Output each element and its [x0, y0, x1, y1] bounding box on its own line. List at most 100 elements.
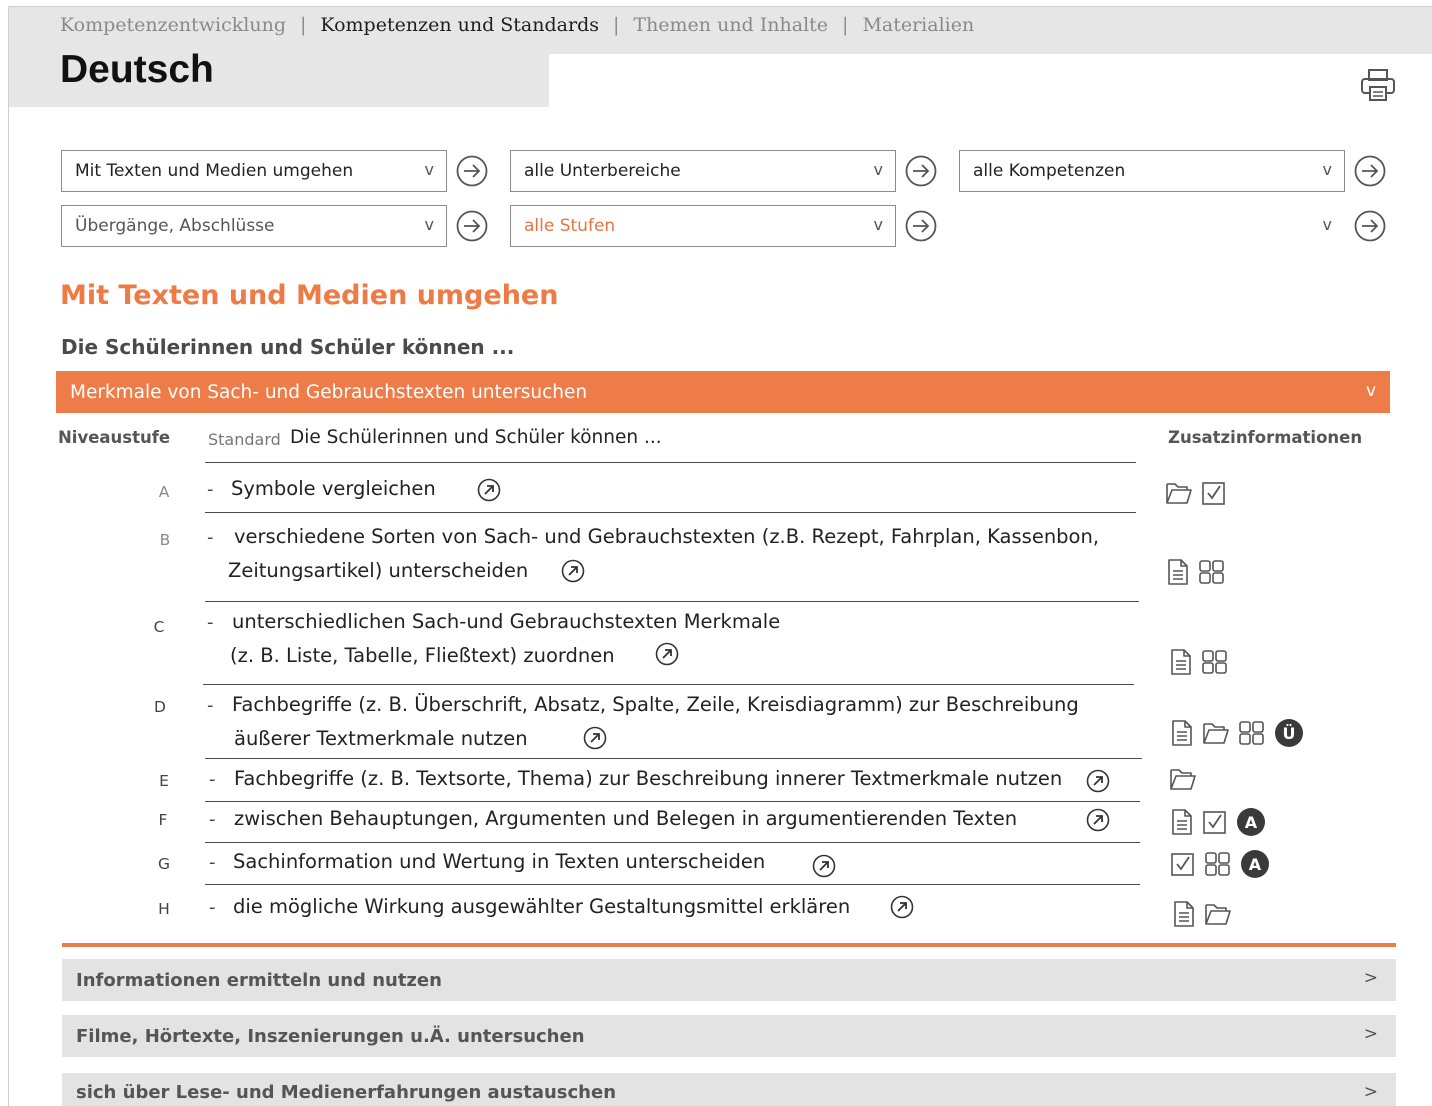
accordion-lese-medienerfahrungen[interactable]: sich über Lese- und Medienerfahrungen au… — [62, 1073, 1396, 1106]
standard-text: Fachbegriffe (z. B. Textsorte, Thema) zu… — [234, 767, 1063, 790]
accordion-merkmale-header[interactable]: Merkmale von Sach- und Gebrauchstexten u… — [56, 371, 1390, 413]
nav-separator: | — [842, 14, 849, 36]
external-link-circle-icon[interactable] — [890, 895, 914, 919]
chevron-down-icon: v — [424, 160, 434, 179]
column-header-niveaustufe: Niveaustufe — [58, 428, 171, 447]
arrow-right-circle-icon[interactable] — [905, 155, 937, 187]
nav-themen-und-inhalte[interactable]: Themen und Inhalte — [633, 14, 828, 36]
standard-text: Fachbegriffe (z. B. Überschrift, Absatz,… — [232, 693, 1079, 716]
list-dash: - — [207, 695, 214, 716]
printer-icon[interactable] — [1360, 68, 1396, 102]
chevron-down-icon: v — [873, 160, 883, 179]
list-dash: - — [209, 852, 216, 873]
nav-kompetenzentwicklung[interactable]: Kompetenzentwicklung — [60, 14, 286, 36]
zusatz-icons: Ü — [1170, 718, 1304, 748]
section-divider — [62, 943, 1396, 947]
arrow-right-circle-icon[interactable] — [1354, 155, 1386, 187]
grid-icon[interactable] — [1204, 851, 1232, 877]
list-dash: - — [207, 612, 214, 633]
external-link-circle-icon[interactable] — [477, 478, 501, 502]
accordion-filme[interactable]: Filme, Hörtexte, Inszenierungen u.Ä. unt… — [62, 1015, 1396, 1057]
nav-kompetenzen-und-standards[interactable]: Kompetenzen und Standards — [320, 14, 599, 36]
document-icon[interactable] — [1170, 719, 1194, 747]
level-label: G — [157, 855, 170, 873]
row-divider — [203, 684, 1134, 685]
document-icon[interactable] — [1172, 900, 1196, 928]
chevron-down-icon: v — [424, 215, 434, 234]
empty-select[interactable]: v — [959, 205, 1345, 247]
external-link-circle-icon[interactable] — [812, 854, 836, 878]
badge-a-icon[interactable]: A — [1236, 807, 1266, 837]
nav-separator: | — [612, 14, 620, 36]
grid-icon[interactable] — [1198, 559, 1226, 585]
row-divider — [205, 512, 1136, 513]
arrow-right-circle-icon[interactable] — [905, 210, 937, 242]
level-label: A — [158, 483, 170, 501]
column-header-standard-text: Die Schülerinnen und Schüler können ... — [290, 427, 662, 448]
bereich-select[interactable]: Mit Texten und Medien umgehen v — [61, 150, 447, 192]
zusatz-icons: A — [1170, 849, 1270, 879]
bereich-select-value: Mit Texten und Medien umgehen — [75, 161, 354, 181]
standard-text-line2: (z. B. Liste, Tabelle, Fließtext) zuordn… — [230, 644, 615, 667]
accordion-informationen[interactable]: Informationen ermitteln und nutzen > — [62, 959, 1396, 1001]
grid-icon[interactable] — [1201, 649, 1229, 675]
badge-u-letter: Ü — [1283, 724, 1296, 743]
arrow-right-circle-icon[interactable] — [456, 155, 488, 187]
nav-separator: | — [300, 14, 307, 36]
zusatz-icons — [1169, 648, 1229, 676]
arrow-right-circle-icon[interactable] — [1354, 210, 1386, 242]
row-divider — [205, 758, 1142, 759]
checkbox-icon[interactable] — [1170, 851, 1196, 877]
folder-icon[interactable] — [1204, 901, 1232, 927]
chevron-down-icon: v — [1322, 160, 1332, 179]
grid-icon[interactable] — [1238, 720, 1266, 746]
document-icon[interactable] — [1166, 558, 1190, 586]
zusatz-icons — [1166, 558, 1226, 586]
accordion-title: sich über Lese- und Medienerfahrungen au… — [76, 1082, 617, 1103]
uebergaenge-select[interactable]: Übergänge, Abschlüsse v — [61, 205, 447, 247]
list-dash: - — [209, 769, 216, 790]
folder-icon[interactable] — [1169, 766, 1197, 792]
badge-u-icon[interactable]: Ü — [1274, 718, 1304, 748]
standard-text: Symbole vergleichen — [231, 477, 436, 500]
list-dash: - — [207, 527, 214, 548]
page-title: Deutsch — [60, 48, 214, 91]
unterbereich-select-value: alle Unterbereiche — [524, 161, 681, 181]
level-label: F — [158, 811, 168, 829]
section-title: Mit Texten und Medien umgehen — [60, 280, 559, 311]
level-label: H — [158, 900, 170, 918]
level-label: C — [153, 618, 165, 636]
standard-text: unterschiedlichen Sach-und Gebrauchstext… — [232, 610, 781, 633]
folder-icon[interactable] — [1202, 720, 1230, 746]
document-icon[interactable] — [1169, 648, 1193, 676]
chevron-down-icon: v — [873, 215, 883, 234]
checkbox-icon[interactable] — [1201, 480, 1227, 506]
arrow-right-circle-icon[interactable] — [456, 210, 488, 242]
list-dash: - — [207, 479, 214, 500]
standard-text: die mögliche Wirkung ausgewählter Gestal… — [233, 895, 851, 918]
nav-materialien[interactable]: Materialien — [862, 14, 974, 36]
row-divider — [205, 842, 1140, 843]
badge-a-icon[interactable]: A — [1240, 849, 1270, 879]
zusatz-icons — [1169, 766, 1197, 792]
standard-text: zwischen Behauptungen, Argumenten und Be… — [234, 807, 1018, 830]
folder-icon[interactable] — [1165, 480, 1193, 506]
kompetenzen-select[interactable]: alle Kompetenzen v — [959, 150, 1345, 192]
external-link-circle-icon[interactable] — [655, 642, 679, 666]
stufen-select[interactable]: alle Stufen v — [510, 205, 896, 247]
checkbox-icon[interactable] — [1202, 809, 1228, 835]
document-icon[interactable] — [1170, 808, 1194, 836]
external-link-circle-icon[interactable] — [1086, 769, 1110, 793]
chevron-right-icon: > — [1363, 1082, 1378, 1102]
external-link-circle-icon[interactable] — [561, 559, 585, 583]
external-link-circle-icon[interactable] — [583, 726, 607, 750]
unterbereich-select[interactable]: alle Unterbereiche v — [510, 150, 896, 192]
external-link-circle-icon[interactable] — [1086, 808, 1110, 832]
accordion-title: Informationen ermitteln und nutzen — [76, 969, 442, 991]
accordion-title: Merkmale von Sach- und Gebrauchstexten u… — [70, 381, 588, 403]
kompetenzen-select-value: alle Kompetenzen — [973, 161, 1126, 181]
badge-a-letter: A — [1245, 813, 1258, 832]
list-dash: - — [209, 897, 216, 918]
chevron-right-icon: > — [1363, 968, 1378, 988]
standard-text-line2: äußerer Textmerkmale nutzen — [234, 727, 528, 750]
